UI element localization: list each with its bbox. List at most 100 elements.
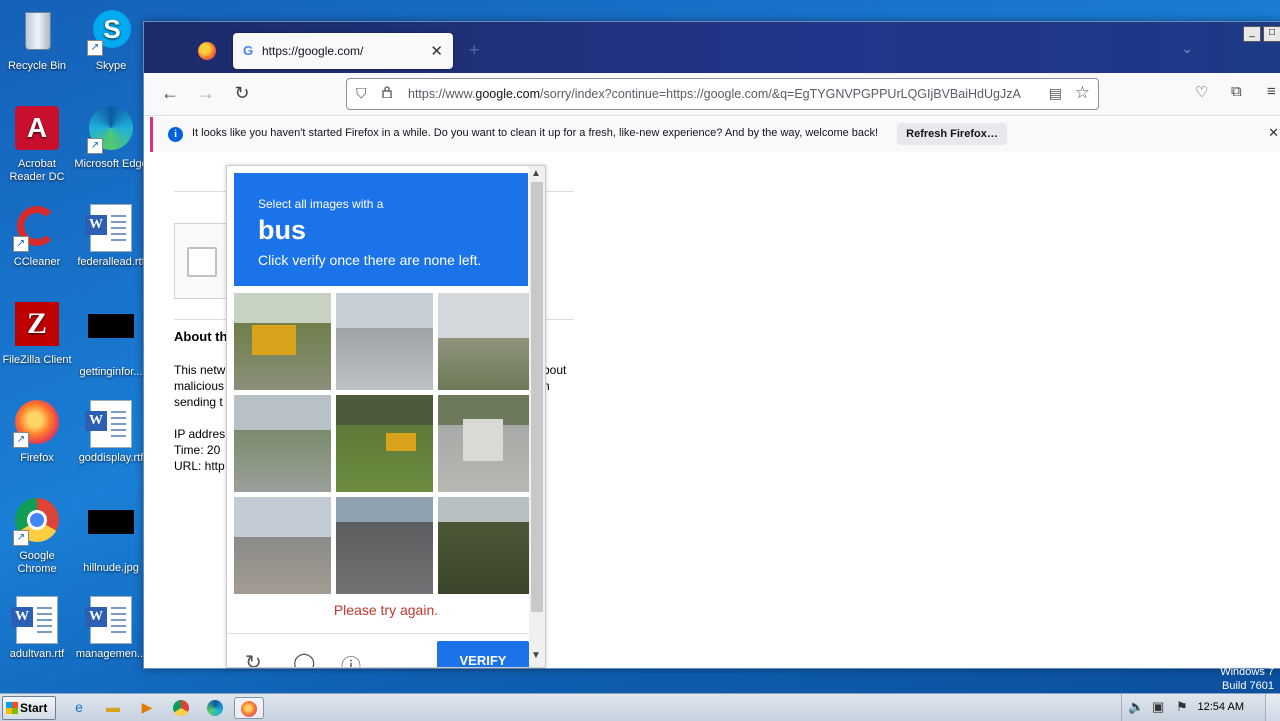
verify-button[interactable]: VERIFY	[437, 641, 529, 667]
error-message: Please try again.	[333, 602, 439, 618]
word-document-icon: W	[85, 596, 135, 644]
about-heading: About th	[174, 329, 228, 344]
paragraph-line: malicious	[174, 379, 225, 393]
navigation-toolbar: ← → ↻ ⛉ https://www.google.com/sorry/ind…	[144, 73, 1280, 116]
desktop-icon-recycle-bin[interactable]: Recycle Bin	[0, 8, 74, 73]
shortcut-arrow-icon: ↗	[13, 236, 29, 252]
recycle-bin-icon	[13, 8, 61, 56]
desktop-icon-label: adultvan.rtf	[9, 648, 65, 660]
desktop-icon-federallead[interactable]: W federallead.rtf	[74, 204, 148, 269]
maximize-button[interactable]: □	[1263, 26, 1280, 42]
edge-taskbar-icon[interactable]	[204, 697, 226, 717]
new-tab-icon[interactable]: +	[469, 40, 480, 61]
minimize-button[interactable]: _	[1243, 26, 1261, 42]
desktop-icon-label: federallead.rtf	[77, 256, 145, 268]
tab-strip: G https://google.com/ ✕ + ⌄ _ □	[144, 22, 1280, 73]
pocket-icon[interactable]: ♡	[1195, 83, 1208, 101]
image-tile[interactable]	[438, 293, 535, 390]
tracking-protection-shield-icon[interactable]: ⛉	[356, 85, 367, 102]
start-label: Start	[20, 701, 48, 715]
start-button[interactable]: Start	[2, 696, 56, 720]
tab-google[interactable]: G https://google.com/ ✕	[233, 33, 453, 69]
url-prefix: https://www.	[408, 87, 476, 101]
image-tile[interactable]	[336, 497, 433, 594]
menu-icon[interactable]: ≡	[1267, 83, 1276, 100]
image-tile[interactable]	[438, 395, 535, 492]
recaptcha-checkbox[interactable]	[187, 247, 217, 277]
shortcut-arrow-icon: ↗	[87, 40, 103, 56]
network-icon[interactable]: ▣	[1152, 699, 1164, 715]
desktop-icon-gettinginfor[interactable]: gettinginfor...	[74, 302, 148, 379]
media-player-icon[interactable]: ▶	[136, 697, 158, 717]
desktop-icon-adultvan[interactable]: W adultvan.rtf	[0, 596, 74, 661]
action-center-flag-icon[interactable]: ⚑	[1176, 699, 1188, 715]
volume-icon[interactable]: 🔈	[1128, 699, 1144, 715]
image-tile[interactable]	[336, 395, 433, 492]
paragraph-line-right: bout	[543, 363, 567, 377]
desktop-icon-chrome[interactable]: ↗ Google Chrome	[0, 498, 74, 576]
image-tile[interactable]	[234, 293, 331, 390]
challenge-scrollbar[interactable]: ▲ ▼	[529, 166, 545, 667]
acrobat-icon: A	[13, 106, 61, 154]
filezilla-icon: Z	[13, 302, 61, 350]
close-notification-icon[interactable]: ✕	[1268, 125, 1279, 141]
reader-view-icon[interactable]: ▤	[1049, 85, 1062, 102]
file-explorer-icon[interactable]: ▬	[102, 697, 124, 717]
reload-icon[interactable]: ↻	[231, 82, 253, 104]
image-tile[interactable]	[234, 395, 331, 492]
bookmark-star-icon[interactable]: ☆	[1075, 83, 1090, 103]
firefox-icon: ↗	[13, 400, 61, 448]
image-tile[interactable]	[336, 293, 433, 390]
desktop-icon-hillnude[interactable]: hillnude.jpg	[74, 498, 148, 575]
firefox-taskbar-icon[interactable]	[234, 697, 264, 719]
desktop-icon-acrobat[interactable]: A Acrobat Reader DC	[0, 106, 74, 184]
paragraph-line: sending t	[174, 395, 223, 409]
desktop-icon-firefox[interactable]: ↗ Firefox	[0, 400, 74, 465]
windows-build-info: Windows 7 Build 7601	[1220, 665, 1274, 693]
audio-challenge-icon[interactable]: ◯	[293, 650, 315, 667]
anyrun-watermark: ANY RUN	[1040, 613, 1263, 665]
scrollbar-thumb[interactable]	[531, 182, 543, 612]
desktop-icon-managemen[interactable]: W managemen...	[74, 596, 148, 661]
desktop-icon-label: goddisplay.rtf	[78, 452, 144, 464]
desktop-icon-label: hillnude.jpg	[83, 562, 139, 574]
lock-icon[interactable]	[382, 86, 392, 98]
desktop-icon-edge[interactable]: ↗ Microsoft Edge	[74, 106, 148, 171]
info-icon: i	[168, 127, 183, 142]
list-all-tabs-chevron-icon[interactable]: ⌄	[1181, 40, 1193, 57]
scroll-up-icon[interactable]: ▲	[531, 168, 541, 179]
clock[interactable]: 12:54 AM	[1198, 701, 1244, 713]
refresh-firefox-button[interactable]: Refresh Firefox…	[897, 123, 1007, 145]
url-text[interactable]: https://www.google.com/sorry/index?conti…	[408, 87, 1041, 101]
image-tile[interactable]	[438, 497, 535, 594]
firefox-icon[interactable]	[198, 42, 216, 60]
desktop-icon-goddisplay[interactable]: W goddisplay.rtf	[74, 400, 148, 465]
close-tab-icon[interactable]: ✕	[430, 42, 443, 60]
url-line: URL: http	[174, 459, 225, 473]
show-desktop-button[interactable]	[1265, 694, 1280, 721]
desktop-icon-label: CCleaner	[13, 256, 61, 268]
image-file-icon	[87, 510, 135, 558]
paragraph-line: This netw	[174, 363, 226, 377]
extensions-icon[interactable]: ⧉	[1231, 83, 1242, 100]
info-icon[interactable]: ⓘ	[341, 650, 361, 667]
recaptcha-challenge: Select all images with a bus Click verif…	[226, 165, 546, 668]
scroll-down-icon[interactable]: ▼	[531, 650, 541, 661]
chrome-taskbar-icon[interactable]	[170, 697, 192, 717]
reload-challenge-icon[interactable]: ↻	[245, 650, 262, 667]
url-bar[interactable]: ⛉ https://www.google.com/sorry/index?con…	[346, 78, 1099, 110]
shortcut-arrow-icon: ↗	[13, 530, 29, 546]
skype-icon: S ↗	[87, 8, 135, 56]
word-document-icon: W	[11, 596, 61, 644]
image-tile[interactable]	[234, 497, 331, 594]
tab-title: https://google.com/	[262, 44, 364, 58]
challenge-header: Select all images with a bus Click verif…	[234, 173, 528, 286]
back-arrow-icon[interactable]: ←	[159, 82, 181, 104]
internet-explorer-icon[interactable]: e	[68, 697, 90, 717]
desktop-icon-skype[interactable]: S ↗ Skype	[74, 8, 148, 73]
notification-message: It looks like you haven't started Firefo…	[192, 127, 879, 139]
forward-arrow-icon[interactable]: →	[195, 82, 217, 104]
desktop-icon-label: Firefox	[20, 452, 54, 464]
desktop-icon-filezilla[interactable]: Z FileZilla Client	[0, 302, 74, 367]
desktop-icon-ccleaner[interactable]: ↗ CCleaner	[0, 204, 74, 269]
